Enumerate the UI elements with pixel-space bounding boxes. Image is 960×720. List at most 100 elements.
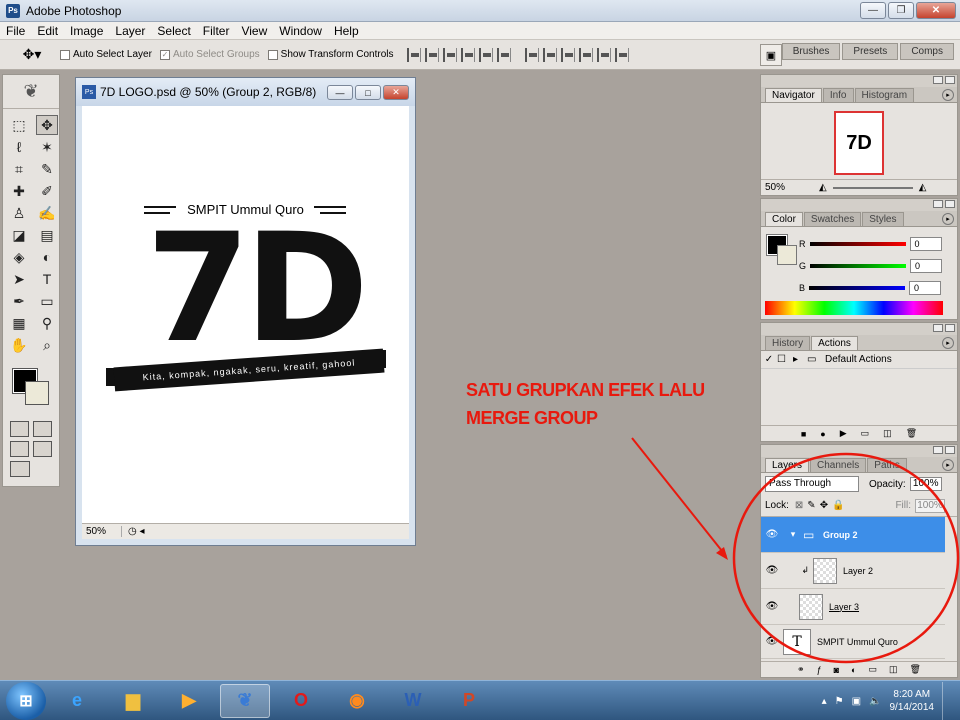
auto-select-layer-checkbox[interactable]: Auto Select Layer [60, 49, 152, 60]
blur-tool-icon[interactable]: ◈ [8, 247, 30, 267]
menu-help[interactable]: Help [328, 24, 365, 38]
tab-navigator[interactable]: Navigator [765, 88, 822, 102]
tab-brushes[interactable]: Brushes [781, 43, 841, 60]
tab-color[interactable]: Color [765, 212, 803, 226]
eyedropper-tool-icon[interactable]: ⚲ [36, 313, 58, 333]
blue-slider[interactable] [809, 286, 906, 290]
panel-close-icon[interactable] [945, 200, 955, 208]
red-value-input[interactable]: 0 [909, 237, 942, 251]
screen-mode-full-button[interactable] [33, 441, 52, 457]
start-button[interactable]: ⊞ [6, 681, 46, 720]
move-tool-icon[interactable]: ✥ [36, 115, 58, 135]
tab-styles[interactable]: Styles [862, 212, 904, 226]
menu-edit[interactable]: Edit [31, 24, 64, 38]
distribute-top-icon[interactable] [525, 47, 540, 62]
show-hidden-icons-icon[interactable]: ▴ [822, 696, 827, 707]
panel-min-icon[interactable] [933, 76, 943, 84]
align-top-icon[interactable] [407, 47, 422, 62]
panel-menu-icon[interactable]: ▸ [942, 89, 954, 101]
type-tool-icon[interactable]: T [36, 269, 58, 289]
pen-tool-icon[interactable]: ✒ [8, 291, 30, 311]
doc-minimize-button[interactable]: — [327, 85, 353, 100]
status-menu-icon[interactable]: ◷ ◂ [122, 526, 145, 537]
clock[interactable]: 8:20 AM 9/14/2014 [890, 688, 935, 714]
distribute-vcenter-icon[interactable] [543, 47, 558, 62]
network-icon[interactable]: ▣ [852, 696, 861, 707]
blue-value-input[interactable]: 0 [909, 281, 942, 295]
close-button[interactable]: ✕ [916, 2, 956, 19]
action-center-icon[interactable]: ⚑ [835, 696, 844, 707]
standard-mode-button[interactable] [10, 421, 29, 437]
internet-explorer-icon[interactable]: e [52, 684, 102, 718]
background-color-swatch[interactable] [25, 381, 49, 405]
screen-mode-standard-button[interactable] [10, 441, 29, 457]
volume-icon[interactable]: 🔈 [869, 696, 881, 707]
notes-tool-icon[interactable]: ▦ [8, 313, 30, 333]
palette-well-icon[interactable]: ▣ [760, 44, 782, 66]
menu-view[interactable]: View [235, 24, 273, 38]
panel-min-icon[interactable] [933, 200, 943, 208]
panel-close-icon[interactable] [945, 324, 955, 332]
distribute-bottom-icon[interactable] [561, 47, 576, 62]
hand-tool-icon[interactable]: ✋ [8, 335, 30, 355]
color-bg-swatch[interactable] [777, 245, 797, 265]
color-spectrum-bar[interactable] [765, 301, 943, 315]
align-bottom-icon[interactable] [443, 47, 458, 62]
show-desktop-button[interactable] [942, 682, 954, 720]
dodge-tool-icon[interactable]: ◐ [36, 247, 58, 267]
distribute-left-icon[interactable] [579, 47, 594, 62]
panel-menu-icon[interactable]: ▸ [942, 213, 954, 225]
restore-button[interactable]: ❐ [888, 2, 914, 19]
minimize-button[interactable]: — [860, 2, 886, 19]
align-vcenter-icon[interactable] [425, 47, 440, 62]
tab-info[interactable]: Info [822, 88, 854, 102]
action-set-row[interactable]: ✓ ☐ ▸ ▭ Default Actions [761, 351, 957, 369]
zoom-slider[interactable] [832, 186, 913, 189]
move-tool-preset-icon[interactable]: ✥▾ [12, 43, 52, 67]
tab-histogram[interactable]: Histogram [854, 88, 915, 102]
green-slider[interactable] [810, 264, 907, 268]
menu-file[interactable]: File [0, 24, 31, 38]
red-slider[interactable] [809, 242, 906, 246]
distribute-right-icon[interactable] [615, 47, 630, 62]
align-right-icon[interactable] [497, 47, 512, 62]
distribute-hcenter-icon[interactable] [597, 47, 612, 62]
tab-comps[interactable]: Comps [900, 43, 954, 60]
align-hcenter-icon[interactable] [479, 47, 494, 62]
path-select-tool-icon[interactable]: ➤ [8, 269, 30, 289]
eraser-tool-icon[interactable]: ◪ [8, 225, 30, 245]
stamp-tool-icon[interactable]: ♙ [8, 203, 30, 223]
media-player-icon[interactable]: ▶ [164, 684, 214, 718]
word-icon[interactable]: W [388, 684, 438, 718]
zoom-out-icon[interactable]: ◭ [819, 182, 827, 193]
menu-select[interactable]: Select [151, 24, 196, 38]
firefox-icon[interactable]: ◉ [332, 684, 382, 718]
magic-wand-tool-icon[interactable]: ✶ [36, 137, 58, 157]
menu-window[interactable]: Window [273, 24, 328, 38]
canvas[interactable]: SMPIT Ummul Quro 7D Kita, kompak, ngakak… [82, 106, 409, 523]
shape-tool-icon[interactable]: ▭ [36, 291, 58, 311]
show-transform-controls-checkbox[interactable]: Show Transform Controls [267, 49, 393, 60]
navigator-zoom[interactable]: 50% [761, 182, 801, 193]
align-left-icon[interactable] [461, 47, 476, 62]
file-explorer-icon[interactable]: ▆ [108, 684, 158, 718]
photoshop-task-icon[interactable]: ❦ [220, 683, 270, 718]
zoom-level[interactable]: 50% [82, 526, 122, 537]
expand-triangle-icon[interactable]: ▸ [793, 354, 807, 365]
panel-close-icon[interactable] [945, 76, 955, 84]
action-checkbox-icon[interactable]: ✓ [761, 354, 777, 365]
doc-maximize-button[interactable]: □ [355, 85, 381, 100]
tab-presets[interactable]: Presets [842, 43, 899, 60]
zoom-in-icon[interactable]: ◭ [919, 182, 927, 193]
jump-to-imageready-button[interactable] [10, 461, 30, 477]
menu-image[interactable]: Image [64, 24, 109, 38]
tab-history[interactable]: History [765, 336, 811, 350]
menu-layer[interactable]: Layer [109, 24, 151, 38]
auto-select-groups-checkbox[interactable]: ✓ Auto Select Groups [159, 49, 260, 60]
dialog-toggle-icon[interactable]: ☐ [777, 354, 793, 365]
marquee-tool-icon[interactable]: ⬚ [8, 115, 30, 135]
history-brush-icon[interactable]: ✍ [36, 203, 58, 223]
green-value-input[interactable]: 0 [910, 259, 943, 273]
menu-filter[interactable]: Filter [197, 24, 236, 38]
brush-tool-icon[interactable]: ✐ [36, 181, 58, 201]
